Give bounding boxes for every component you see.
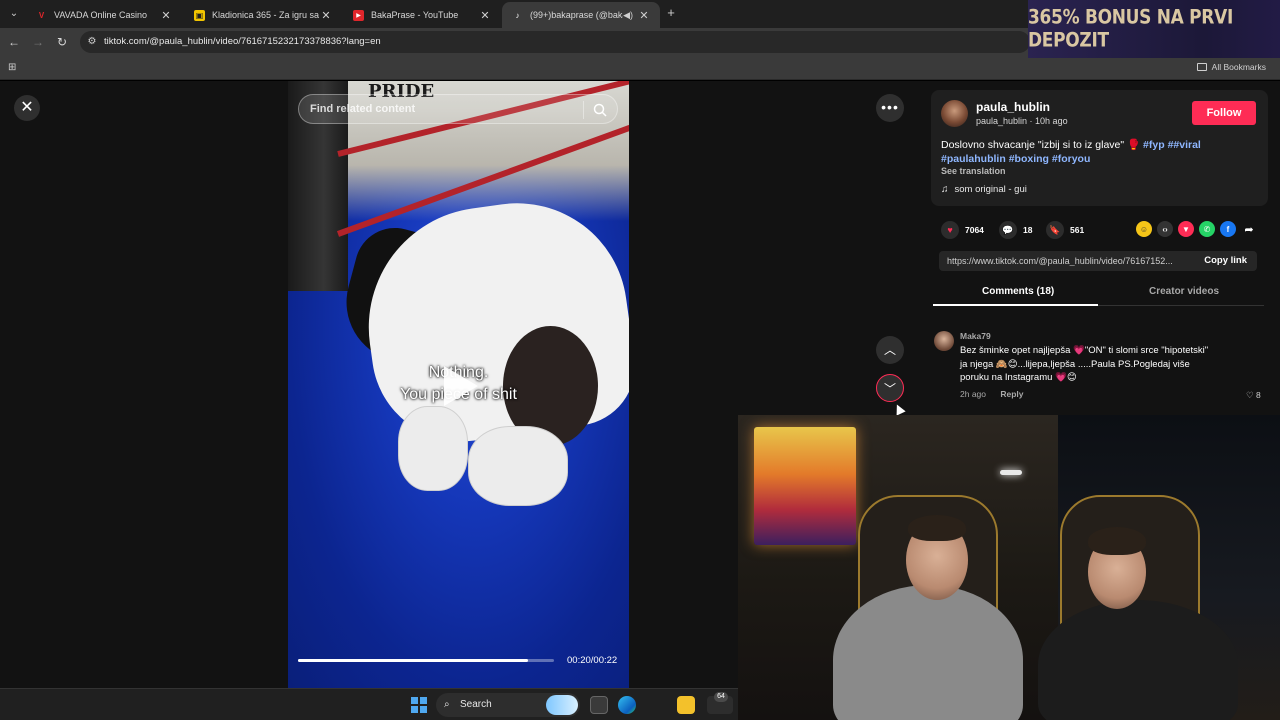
boxing-glove [398, 406, 468, 491]
comment-meta: 2h ago Reply [960, 389, 1024, 399]
close-video-button[interactable]: ✕ [14, 95, 40, 121]
next-video-button[interactable]: ﹀ [876, 374, 904, 402]
forward-icon[interactable]: → [30, 34, 46, 50]
tab-comments[interactable]: Comments (18) [982, 286, 1054, 297]
bookmark-icon: 🔖 [1046, 221, 1064, 239]
tab-youtube[interactable]: ▶ BakaPrase - YouTube ✕ [343, 2, 501, 28]
hashtag-link[interactable]: ##viral [1168, 139, 1201, 151]
windows-taskbar: ⌕ Search [0, 688, 738, 720]
like-button[interactable]: ♥ 7064 [941, 221, 984, 239]
webcam-tv-fireplace [754, 427, 856, 545]
find-related-search[interactable]: Find related content [298, 94, 618, 124]
whatsapp-icon[interactable]: ✆ [1199, 221, 1215, 237]
speaker-icon[interactable]: ◀) [623, 10, 633, 21]
edge-icon[interactable] [618, 696, 636, 714]
hashtag-link[interactable]: #boxing [1009, 153, 1049, 165]
youtube-icon: ▶ [353, 9, 364, 21]
all-bookmarks-button[interactable]: All Bookmarks [1196, 62, 1266, 72]
previous-video-button[interactable]: ︿ [876, 336, 904, 364]
kladionica-icon: ▣ [194, 9, 205, 21]
author-name[interactable]: paula_hublin [976, 100, 1050, 114]
follow-button[interactable]: Follow [1192, 101, 1256, 125]
close-tab-icon[interactable]: ✕ [479, 9, 491, 22]
hashtag-link[interactable]: #fyp [1143, 139, 1165, 151]
embed-icon[interactable]: ‹› [1157, 221, 1173, 237]
close-tab-icon[interactable]: ✕ [160, 9, 172, 22]
tab-vavada[interactable]: V VAVADA Online Casino ✕ [26, 2, 182, 28]
search-divider [583, 101, 584, 119]
vavada-icon: V [38, 10, 45, 20]
apps-grid-icon[interactable]: ⊞ [8, 62, 19, 73]
send-icon[interactable]: ▼ [1178, 221, 1194, 237]
repost-icon[interactable]: ☺ [1136, 221, 1152, 237]
tab-search-icon[interactable]: ⌄ [6, 6, 22, 22]
search-highlight-icon [546, 695, 578, 715]
search-icon: ⌕ [444, 699, 450, 710]
site-info-icon[interactable]: ⚙ [86, 36, 98, 48]
video-time: 00:20/00:22 [567, 655, 618, 666]
new-tab-icon[interactable]: + [664, 6, 678, 20]
video-progress-fill [298, 659, 529, 662]
streamer-right-hair [1088, 527, 1146, 555]
hashtag-link[interactable]: #foryou [1052, 153, 1091, 165]
notification-badge: 64 [714, 692, 728, 702]
back-icon[interactable]: ← [6, 34, 22, 50]
comment-count: 18 [1023, 225, 1033, 235]
taskbar-search[interactable]: ⌕ Search [436, 693, 580, 717]
comment-like-button[interactable]: ♡ 8 [1246, 390, 1261, 401]
streamer-left-hair [908, 515, 966, 541]
panel-tabs: Comments (18) Creator videos [933, 282, 1264, 306]
share-arrow-icon[interactable]: ➦ [1241, 221, 1257, 237]
share-link-text[interactable]: https://www.tiktok.com/@paula_hublin/vid… [947, 256, 1189, 266]
folder-icon [1196, 63, 1207, 71]
music-note-icon: ♫ [941, 184, 949, 195]
tiktok-icon: ♪ [515, 10, 520, 20]
see-translation-link[interactable]: See translation [941, 166, 1006, 176]
active-tab-indicator [933, 304, 1098, 306]
heart-icon: ♥ [941, 221, 959, 239]
close-tab-icon[interactable]: ✕ [638, 9, 650, 22]
reload-icon[interactable]: ↻ [54, 34, 70, 50]
boxing-glove [468, 426, 568, 506]
bookmarks-bar: ⊞ All Bookmarks [0, 56, 1280, 80]
address-bar[interactable]: ⚙ tiktok.com/@paula_hublin/video/7616715… [80, 31, 1030, 53]
author-subtitle: paula_hublin · 10h ago [976, 116, 1068, 126]
tab-tiktok[interactable]: ♪ (99+)bakaprase (@bakapra ◀) ✕ [502, 2, 660, 28]
comment-text: Bez šminke opet najljepša 💗"ON" ti slomi… [960, 345, 1209, 383]
webcam-overlay [738, 415, 1280, 720]
ad-banner[interactable]: 365% BONUS NA PRVI DEPOZIT [1028, 0, 1280, 58]
copy-link-button[interactable]: Copy link [1204, 255, 1247, 266]
comment-button[interactable]: 💬 18 [999, 221, 1032, 239]
streamer-right-body [1038, 600, 1238, 720]
play-icon[interactable] [444, 366, 478, 406]
comment-like-count: 8 [1256, 390, 1261, 400]
close-tab-icon[interactable]: ✕ [320, 9, 332, 22]
facebook-icon[interactable]: f [1220, 221, 1236, 237]
search-icon[interactable] [592, 102, 608, 118]
commenter-avatar[interactable] [934, 331, 954, 351]
save-button[interactable]: 🔖 561 [1046, 221, 1084, 239]
heart-outline-icon: ♡ [1246, 390, 1254, 400]
webcam-ceiling-light [1000, 470, 1022, 475]
comment-time: 2h ago [960, 389, 986, 399]
windows-start-icon[interactable] [411, 697, 427, 713]
task-view-icon[interactable] [590, 696, 608, 714]
tab-creator-videos[interactable]: Creator videos [1149, 286, 1219, 297]
like-count: 7064 [965, 225, 984, 235]
share-icons: ☺ ‹› ▼ ✆ f ➦ [1136, 221, 1257, 237]
commenter-name[interactable]: Maka79 [960, 331, 991, 341]
hashtag-link[interactable]: #paulahublin [941, 153, 1006, 165]
post-description: Doslovno shvacanje "izbij si to iz glave… [941, 139, 1201, 165]
save-count: 561 [1070, 225, 1085, 235]
sound-link[interactable]: ♫ som original - gui [941, 184, 1027, 195]
more-options-button[interactable]: ••• [876, 94, 904, 122]
video-progress-bar[interactable] [298, 659, 554, 662]
reply-button[interactable]: Reply [1000, 389, 1023, 399]
share-link-box: https://www.tiktok.com/@paula_hublin/vid… [939, 251, 1257, 271]
tab-kladionica[interactable]: ▣ Kladionica 365 - Za igru sa drug ✕ [184, 2, 342, 28]
file-explorer-icon[interactable] [677, 696, 695, 714]
author-avatar[interactable] [941, 100, 968, 127]
comment-icon: 💬 [999, 221, 1017, 239]
